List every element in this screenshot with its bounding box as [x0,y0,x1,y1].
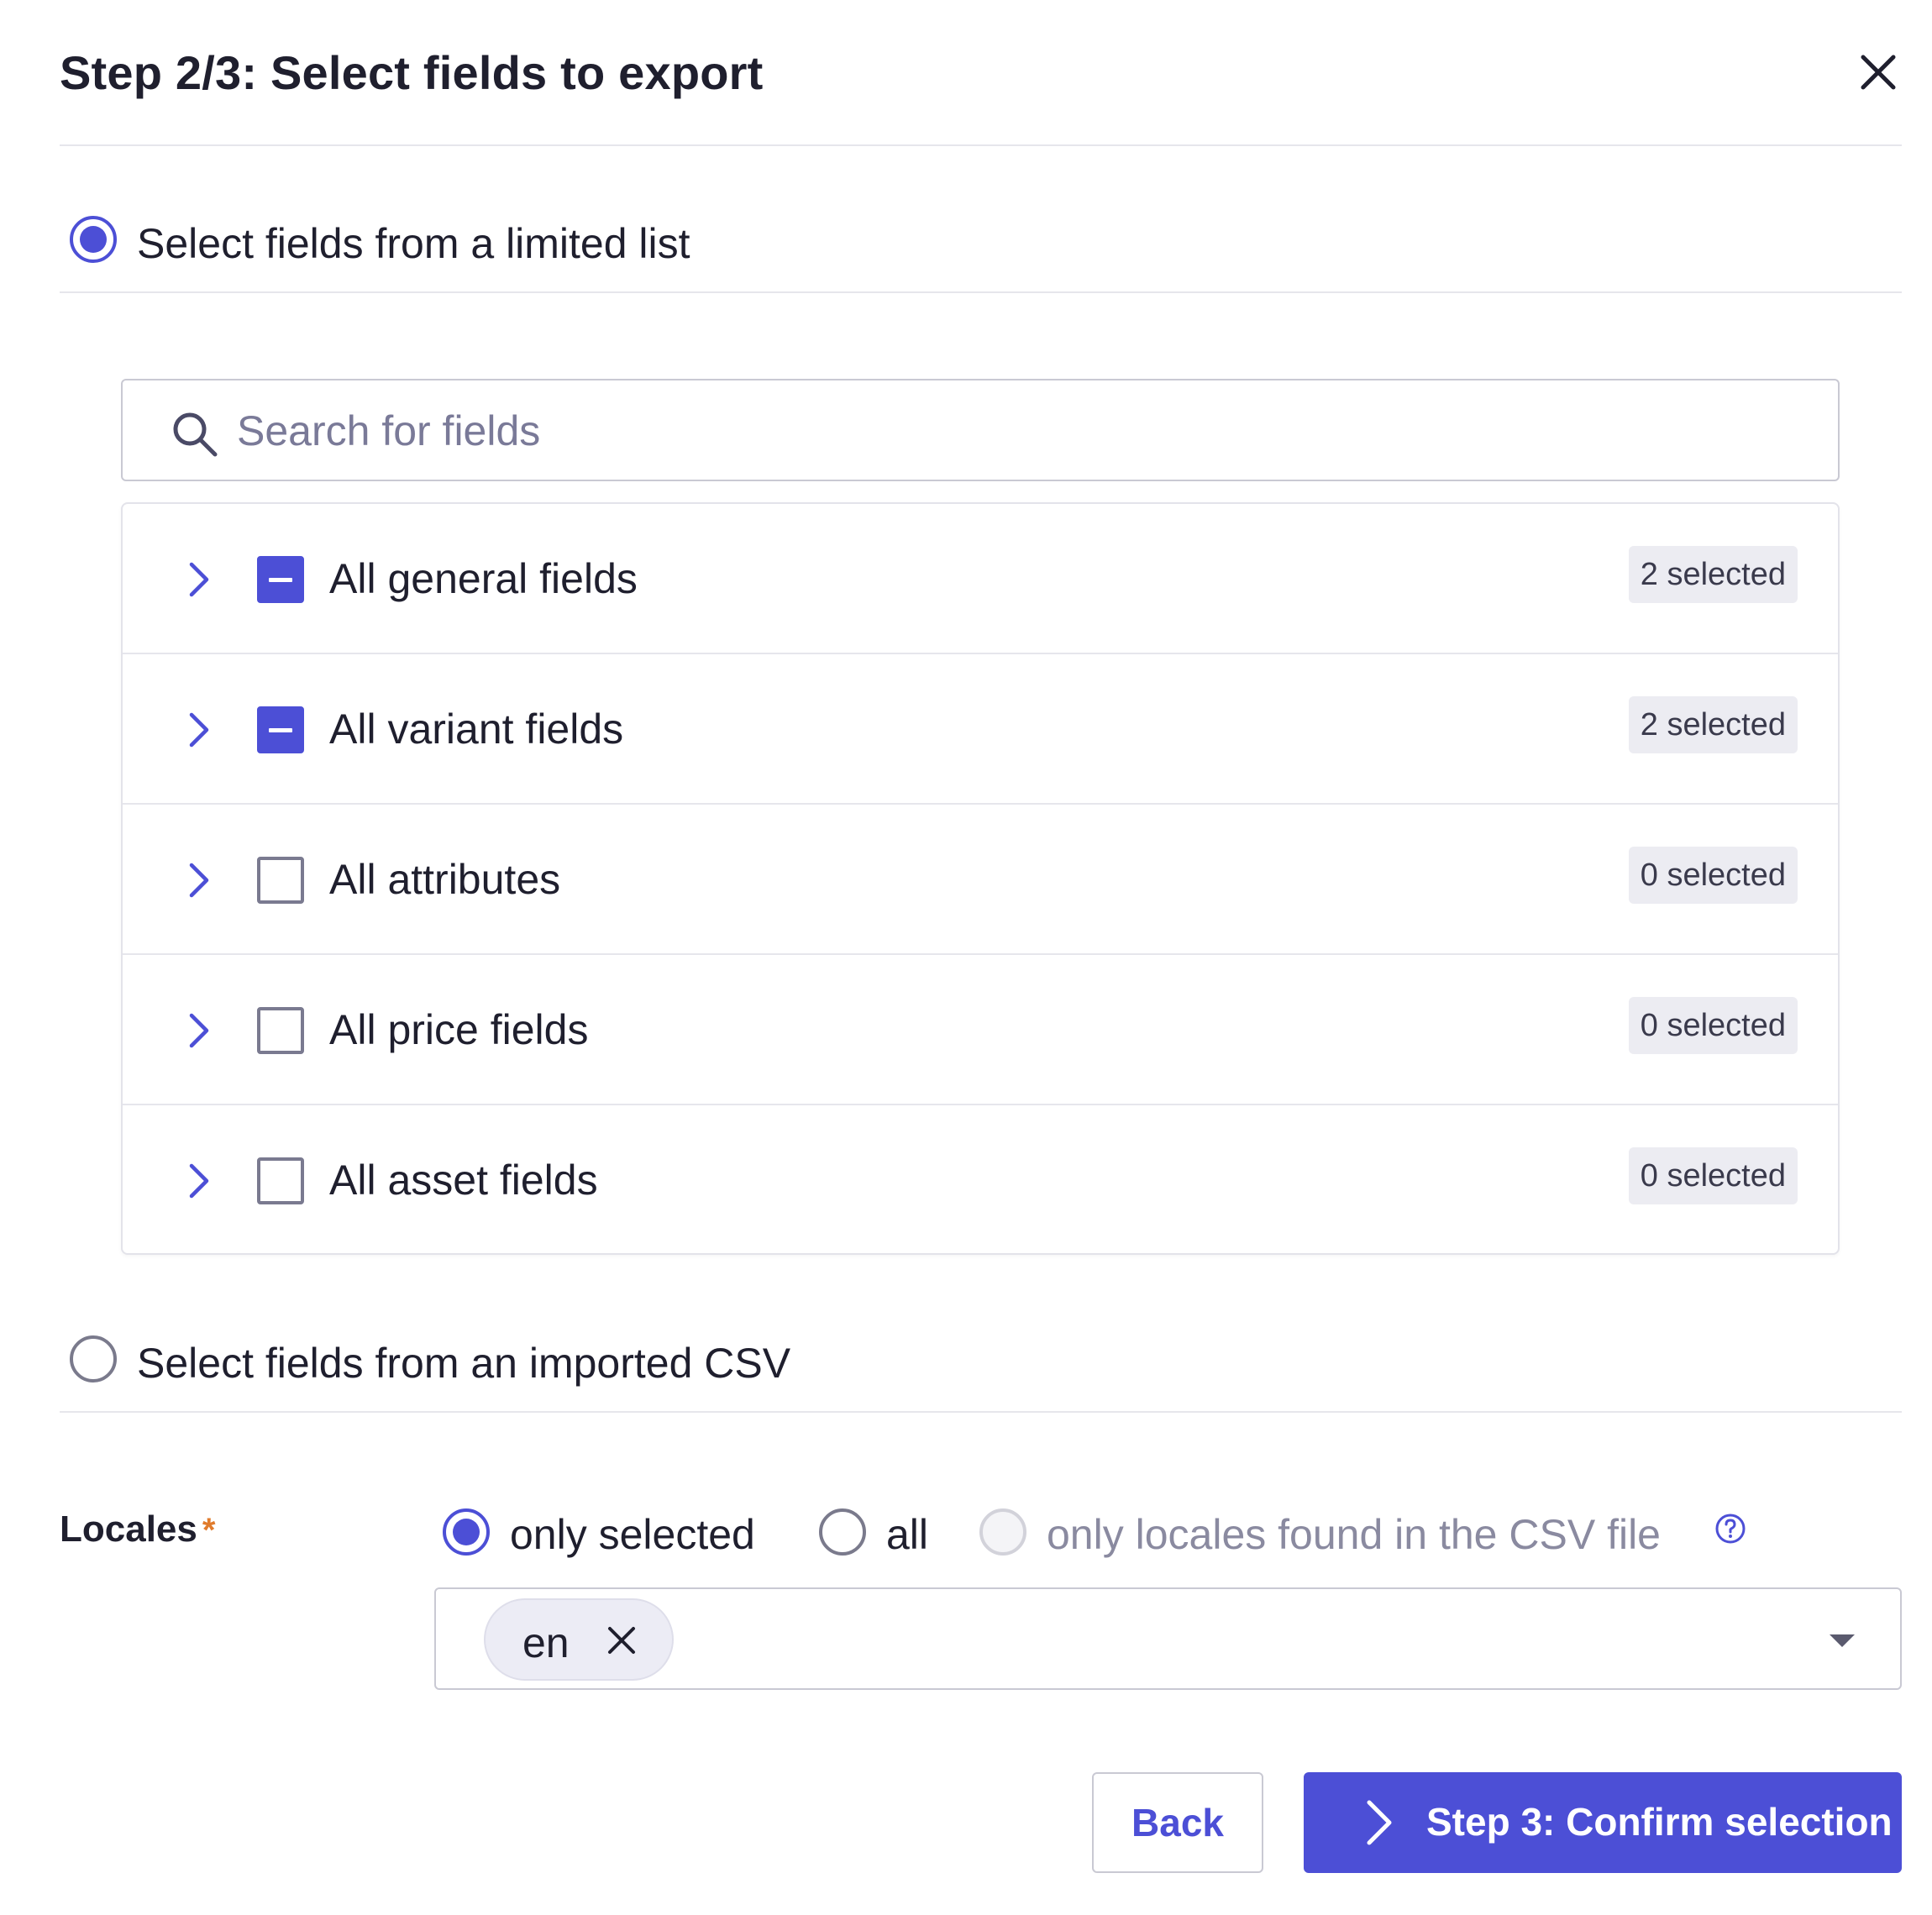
all-label[interactable]: all [886,1510,928,1559]
locale-chip: en [484,1598,674,1681]
export-dialog: Step 2/3: Select fields to export Select… [0,0,1932,1915]
field-group-checkbox[interactable] [257,556,304,603]
locale-option-only-selected[interactable]: only selected [443,1508,779,1559]
selected-count-badge: 0 selected [1628,997,1798,1054]
close-button[interactable] [1855,49,1902,96]
only-selected-label[interactable]: only selected [510,1510,755,1559]
remove-chip-icon[interactable] [605,1624,638,1657]
locale-chip-label: en [522,1619,570,1666]
selected-count-badge: 2 selected [1628,696,1798,753]
locale-option-all[interactable]: all [819,1508,953,1559]
limited-list-label[interactable]: Select fields from a limited list [137,219,690,268]
imported-csv-label[interactable]: Select fields from an imported CSV [137,1339,790,1388]
csv-locales-radio [979,1508,1026,1556]
selected-count-badge: 0 selected [1628,847,1798,904]
chevron-right-icon[interactable] [183,1010,217,1051]
chevron-right-icon[interactable] [183,710,217,750]
search-field[interactable] [121,379,1840,481]
field-group-row[interactable]: All general fields 2 selected [123,504,1838,654]
search-icon [173,412,218,457]
field-group-checkbox[interactable] [257,857,304,904]
option-imported-csv[interactable]: Select fields from an imported CSV [60,1312,1902,1413]
confirm-selection-label: Step 3: Confirm selection [1426,1800,1893,1844]
locale-option-csv-file: only locales found in the CSV file [979,1508,1702,1559]
locales-label: Locales * [60,1508,215,1550]
field-group-checkbox[interactable] [257,1007,304,1054]
help-icon[interactable] [1714,1512,1747,1545]
field-group-row[interactable]: All attributes 0 selected [123,805,1838,955]
csv-locales-label: only locales found in the CSV file [1047,1511,1661,1558]
close-icon[interactable] [1855,49,1902,96]
chevron-right-icon [1367,1800,1392,1845]
field-group-label: All price fields [329,1006,589,1053]
chevron-right-icon[interactable] [183,559,217,600]
locale-multiselect[interactable]: en [434,1587,1902,1690]
chevron-right-icon[interactable] [183,860,217,900]
dialog-header: Step 2/3: Select fields to export [60,42,1902,146]
field-group-label: All asset fields [329,1157,598,1204]
selected-count-badge: 0 selected [1628,1147,1798,1204]
field-group-row[interactable]: All asset fields 0 selected [123,1105,1838,1256]
search-input[interactable] [237,399,1791,463]
dialog-title: Step 2/3: Select fields to export [60,46,764,99]
limited-list-radio[interactable] [70,216,117,263]
field-group-row[interactable]: All price fields 0 selected [123,955,1838,1105]
confirm-selection-button[interactable]: Step 3: Confirm selection [1304,1772,1902,1873]
only-selected-radio[interactable] [443,1508,490,1556]
chevron-right-icon[interactable] [183,1161,217,1201]
dropdown-caret-icon[interactable] [1830,1633,1855,1648]
selected-count-badge: 2 selected [1628,546,1798,603]
option-limited-list[interactable]: Select fields from a limited list [60,192,1902,293]
back-button[interactable]: Back [1092,1772,1263,1873]
field-group-label: All variant fields [329,706,624,753]
all-radio[interactable] [819,1508,866,1556]
field-group-label: All attributes [329,856,561,903]
field-group-checkbox[interactable] [257,1157,304,1204]
field-group-row[interactable]: All variant fields 2 selected [123,654,1838,805]
field-group-checkbox[interactable] [257,706,304,753]
required-mark: * [202,1512,216,1549]
field-group-list: All general fields 2 selected All varian… [121,502,1840,1255]
imported-csv-radio[interactable] [70,1335,117,1382]
field-group-label: All general fields [329,555,638,602]
locales-label-text: Locales [60,1508,197,1550]
